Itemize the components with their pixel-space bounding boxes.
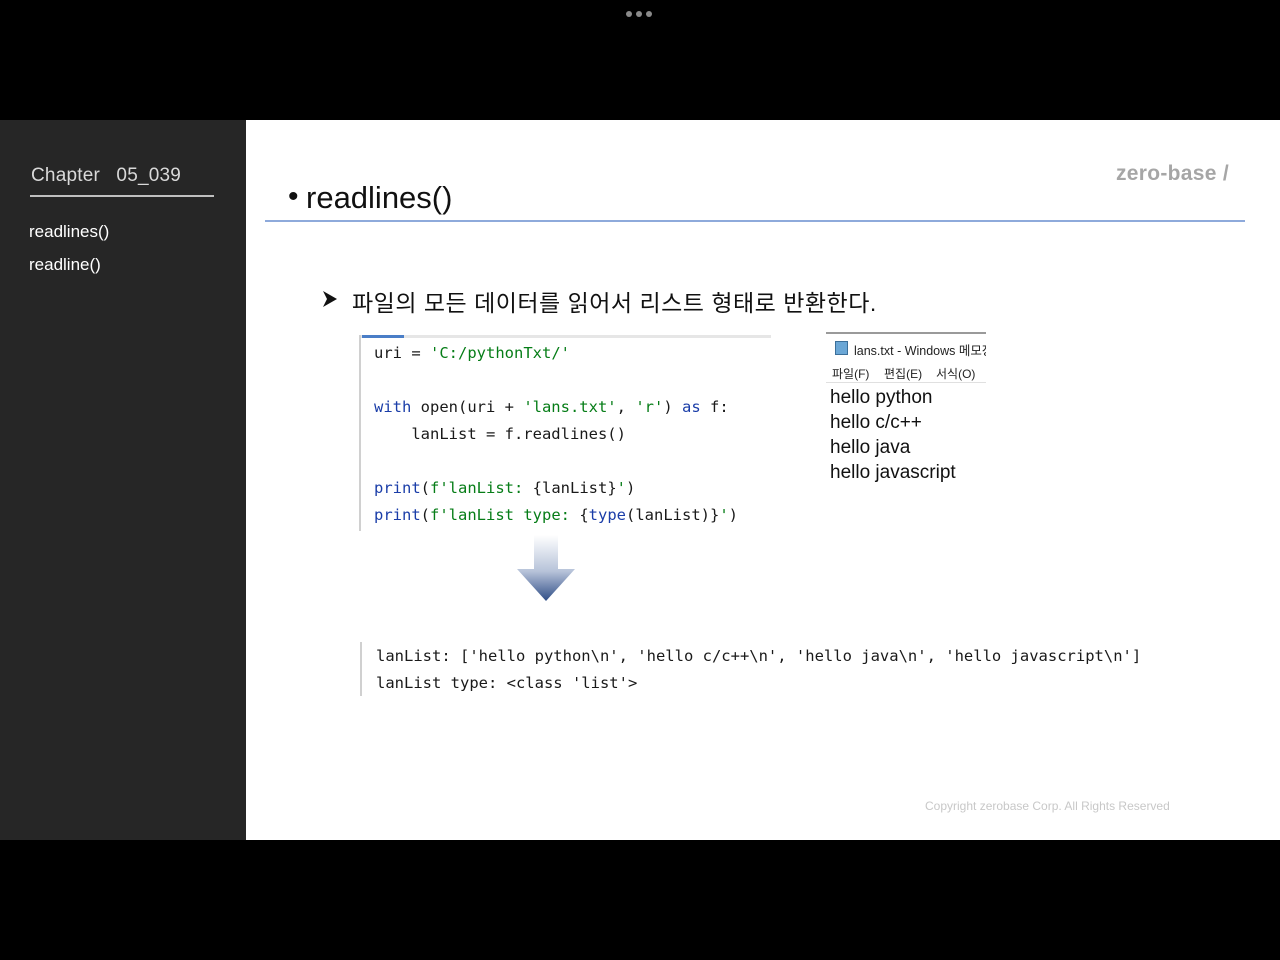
code-tab-bar [361, 335, 771, 338]
notepad-border [826, 332, 986, 334]
chapter-label: Chapter 05_039 [31, 165, 182, 186]
console-output: lanList: ['hello python\n', 'hello c/c++… [360, 642, 1220, 696]
slide-description: 파일의 모든 데이터를 읽어서 리스트 형태로 반환한다. [352, 290, 877, 316]
sidebar-item-readline[interactable]: readline() [29, 255, 101, 275]
output-line: lanList type: <class 'list'> [376, 674, 638, 692]
sidebar-item-readlines[interactable]: readlines() [29, 222, 109, 242]
dot-icon [646, 11, 652, 17]
more-options-icon[interactable] [626, 11, 654, 19]
code-line: with open(uri + 'lans.txt', 'r') as f: [374, 398, 729, 416]
down-arrow-icon [517, 535, 575, 601]
arrowhead-bullet-icon [323, 291, 337, 307]
notepad-line: hello javascript [830, 462, 956, 483]
chapter-divider [30, 195, 214, 197]
zero-base-logo: zero-base / [1116, 162, 1230, 185]
slide: Chapter 05_039 readlines() readline() ze… [0, 120, 1280, 840]
code-line: lanList = f.readlines() [374, 425, 626, 443]
menu-file[interactable]: 파일(F) [832, 365, 869, 382]
notepad-window: lans.txt - Windows 메모장 파일(F) 편집(E) 서식(O)… [826, 332, 986, 487]
menu-format[interactable]: 서식(O) [936, 365, 975, 382]
dot-icon [626, 11, 632, 17]
menu-edit[interactable]: 편집(E) [884, 365, 922, 382]
code-line: print(f'lanList: {lanList}') [374, 479, 636, 497]
dot-icon [636, 11, 642, 17]
sidebar: Chapter 05_039 readlines() readline() [0, 120, 246, 840]
slide-title: readlines() [306, 180, 453, 215]
title-divider [265, 220, 1245, 222]
code-tab-indicator [362, 335, 404, 338]
code-line: print(f'lanList type: {type(lanList)}') [374, 506, 739, 524]
notepad-line: hello c/c++ [830, 412, 922, 433]
copyright-text: Copyright zerobase Corp. All Rights Rese… [925, 799, 1170, 813]
notepad-icon [835, 341, 848, 355]
notepad-title: lans.txt - Windows 메모장 [854, 344, 986, 358]
notepad-line: hello python [830, 387, 933, 408]
output-line: lanList: ['hello python\n', 'hello c/c++… [376, 647, 1142, 665]
notepad-line: hello java [830, 437, 911, 458]
title-bullet: • [288, 180, 299, 213]
code-line: uri = 'C:/pythonTxt/' [374, 344, 570, 362]
notepad-menu-divider [826, 382, 986, 383]
code-snippet: uri = 'C:/pythonTxt/' with open(uri + 'l… [359, 335, 771, 531]
